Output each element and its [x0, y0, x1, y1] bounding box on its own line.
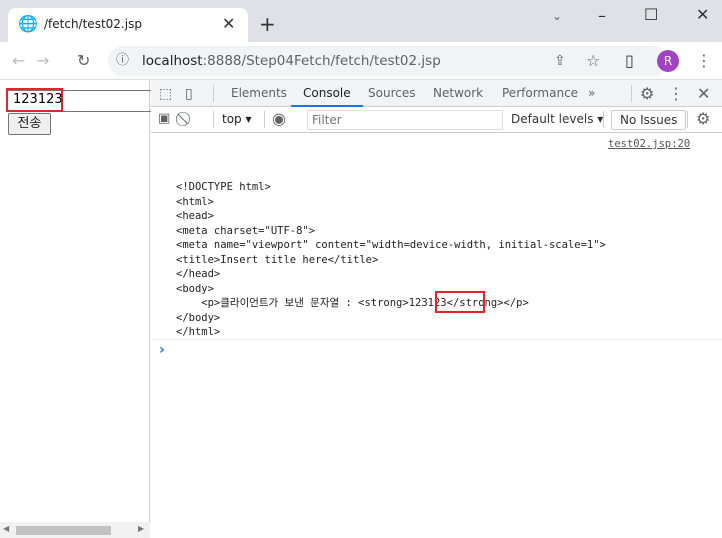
scroll-left-icon: ◀: [3, 524, 10, 533]
output-line: </body>: [176, 311, 221, 324]
tab-strip: 🌐 /fetch/test02.jsp ✕ + ⌄ – ☐ ✕: [0, 0, 722, 42]
inspect-element-icon[interactable]: ⬚: [159, 84, 172, 104]
more-options-icon[interactable]: ⋮: [668, 84, 684, 104]
console-message: <!DOCTYPE html> <html> <head> <meta char…: [151, 180, 722, 340]
scroll-right-icon: ▶: [138, 524, 145, 533]
console-settings-icon[interactable]: ⚙: [696, 109, 710, 129]
new-tab-button[interactable]: +: [259, 14, 276, 34]
source-link[interactable]: test02.jsp:20: [608, 138, 690, 150]
tab-title: /fetch/test02.jsp: [44, 17, 142, 31]
share-icon[interactable]: ⇪: [554, 51, 566, 71]
minimize-button[interactable]: –: [598, 6, 606, 26]
side-panel-icon[interactable]: ▯: [625, 51, 634, 71]
tab-elements[interactable]: Elements: [231, 80, 287, 107]
menu-icon[interactable]: ⋮: [696, 51, 712, 71]
text-input[interactable]: 123123: [6, 88, 63, 112]
sidebar-toggle-icon[interactable]: ▣: [158, 109, 170, 129]
browser-tab[interactable]: 🌐 /fetch/test02.jsp ✕: [8, 8, 248, 42]
reload-button[interactable]: ↻: [77, 51, 90, 71]
address-bar[interactable]: ⓘ localhost:8888/Step04Fetch/fetch/test0…: [108, 46, 668, 76]
output-line: <html>: [176, 195, 214, 208]
tab-network[interactable]: Network: [433, 80, 483, 107]
output-line: </head>: [176, 268, 221, 280]
console-toolbar: ▣ ⃠ top ▾ ◉ Default levels ▾ No Issues ⚙: [151, 107, 722, 133]
close-window-button[interactable]: ✕: [696, 5, 709, 25]
tab-search-icon[interactable]: ⌄: [552, 6, 562, 26]
settings-gear-icon[interactable]: ⚙: [640, 84, 654, 104]
browser-toolbar: ← → ↻ ⓘ localhost:8888/Step04Fetch/fetch…: [0, 42, 722, 80]
output-line: </html>: [176, 326, 221, 338]
submit-button[interactable]: 전송: [8, 113, 51, 135]
output-line: <meta charset="UTF-8">: [176, 224, 316, 237]
output-line: <title>Insert title here</title>: [176, 253, 379, 266]
tab-performance[interactable]: Performance: [502, 80, 578, 107]
log-levels-dropdown[interactable]: Default levels ▾: [511, 112, 603, 126]
filter-input[interactable]: [308, 111, 502, 129]
url-text: localhost:8888/Step04Fetch/fetch/test02.…: [142, 53, 441, 69]
device-toolbar-icon[interactable]: ▯: [185, 84, 193, 104]
issues-button[interactable]: No Issues: [611, 110, 687, 130]
tab-console[interactable]: Console: [291, 80, 363, 107]
highlight-box: [435, 291, 485, 313]
more-tabs-icon[interactable]: »: [588, 80, 595, 107]
tab-sources[interactable]: Sources: [368, 80, 415, 107]
forward-button[interactable]: →: [36, 51, 49, 71]
back-button[interactable]: ←: [12, 51, 25, 71]
close-tab-icon[interactable]: ✕: [222, 14, 235, 34]
horizontal-scrollbar[interactable]: ◀ ▶: [0, 522, 150, 538]
output-line: <head>: [176, 210, 214, 222]
console-prompt[interactable]: ›: [159, 342, 165, 358]
devtools-tabbar: ⬚ ▯ Elements Console Sources Network Per…: [151, 80, 722, 107]
page-viewport: 123123 전송 ◀ ▶: [0, 80, 156, 538]
avatar[interactable]: R: [657, 50, 679, 72]
bookmark-star-icon[interactable]: ☆: [586, 51, 600, 71]
globe-icon: 🌐: [18, 14, 38, 33]
close-devtools-icon[interactable]: ✕: [697, 84, 710, 104]
context-selector[interactable]: top ▾: [222, 112, 252, 126]
devtools-panel: ⬚ ▯ Elements Console Sources Network Per…: [151, 80, 722, 538]
info-icon: ⓘ: [116, 53, 130, 68]
output-line: <meta name="viewport" content="width=dev…: [176, 239, 606, 251]
eye-icon[interactable]: ◉: [272, 109, 286, 129]
output-line: <!DOCTYPE html>: [176, 181, 271, 193]
maximize-button[interactable]: ☐: [644, 5, 658, 25]
output-line: <body>: [176, 282, 214, 295]
